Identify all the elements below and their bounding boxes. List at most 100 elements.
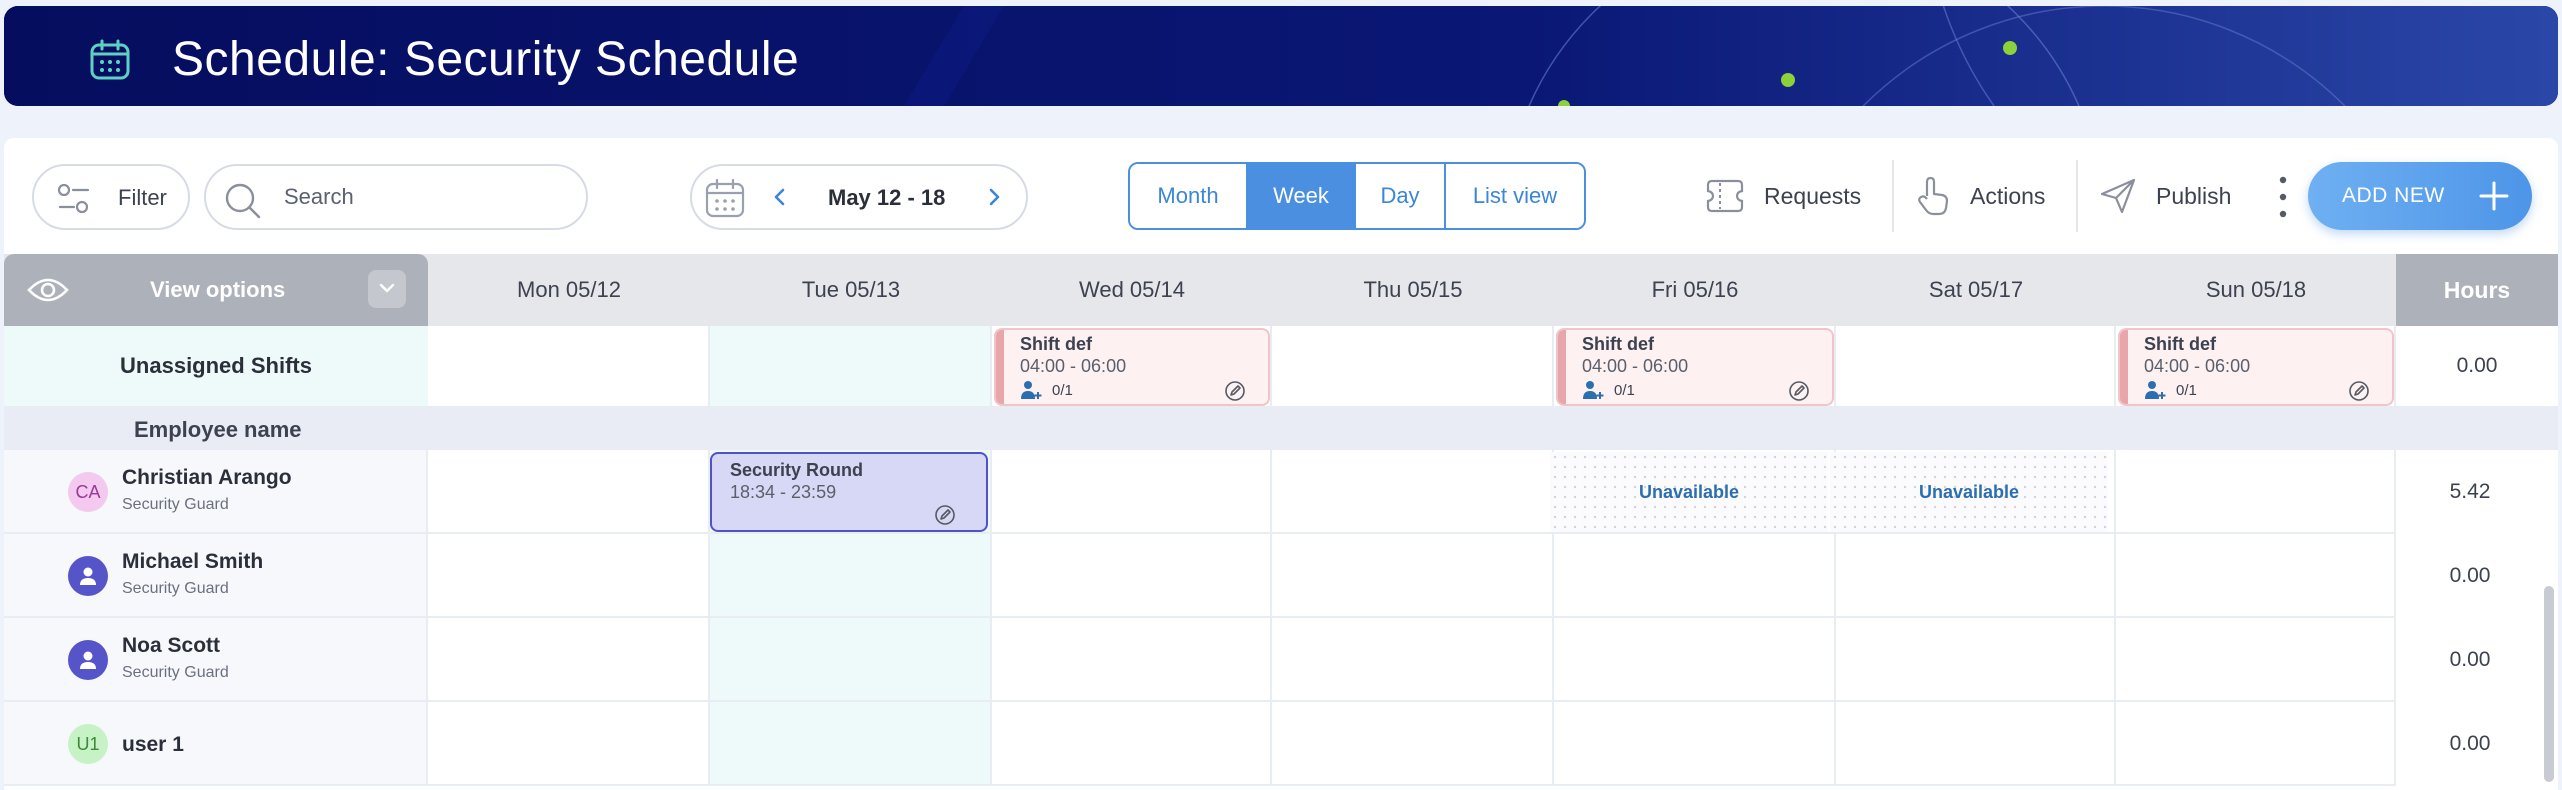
shift-cell-sat[interactable] (1836, 702, 2116, 786)
assign-person-icon (1021, 381, 1042, 399)
shift-cell-sun[interactable] (2116, 450, 2396, 534)
shift-cell-sat[interactable] (1836, 534, 2116, 618)
shift-color-bar (996, 330, 1004, 404)
toolbar: Filter May 12 - 18 (4, 138, 2558, 254)
unassigned-shift-card[interactable]: Shift def 04:00 - 06:00 0/1 (2118, 328, 2394, 406)
unassigned-hours: 0.00 (2396, 326, 2558, 408)
shift-cell-wed[interactable] (992, 702, 1272, 786)
unassigned-shift-card[interactable]: Shift def 04:00 - 06:00 0/1 (994, 328, 1270, 406)
unavailable-block[interactable]: Unavailable (1830, 452, 2108, 532)
shift-cell-tue[interactable] (710, 618, 992, 702)
shift-time: 04:00 - 06:00 (1582, 356, 1689, 376)
shift-time: 04:00 - 06:00 (2144, 356, 2251, 376)
vertical-scrollbar[interactable] (2544, 586, 2554, 782)
shift-cell-sat[interactable] (1836, 618, 2116, 702)
shift-cell-fri[interactable] (1554, 534, 1836, 618)
tab-week[interactable]: Week (1248, 164, 1356, 228)
schedule-panel: Filter May 12 - 18 (4, 138, 2558, 790)
tab-list-view[interactable]: List view (1446, 164, 1584, 228)
page-title: Schedule: Security Schedule (172, 33, 800, 86)
shift-cell-mon[interactable] (428, 702, 710, 786)
shift-cell-thu[interactable] (1272, 702, 1554, 786)
employee-name: user 1 (122, 733, 184, 756)
assign-person-icon (1583, 381, 1604, 399)
employee-row-header[interactable]: Michael Smith Security Guard (4, 534, 428, 618)
shift-cell-thu[interactable] (1272, 450, 1554, 534)
shift-fill-count: 0/1 (1614, 382, 1635, 399)
employee-hours: 0.00 (2449, 732, 2491, 755)
chevron-right-icon[interactable] (980, 182, 1008, 212)
view-options-label: View options (150, 277, 286, 302)
chevron-down-icon (379, 283, 395, 293)
employee-hours: 0.00 (2449, 564, 2491, 587)
employee-role: Security Guard (122, 580, 229, 597)
shift-color-bar (1558, 330, 1566, 404)
actions-button[interactable]: Actions (1914, 162, 2045, 230)
employee-name: Christian Arango (122, 466, 292, 489)
add-new-button[interactable]: ADD NEW (2308, 162, 2532, 230)
filter-label: Filter (118, 185, 167, 210)
more-options-icon[interactable] (2278, 174, 2288, 220)
tab-month[interactable]: Month (1130, 164, 1248, 228)
app-header: Schedule: Security Schedule (4, 6, 2558, 106)
plus-icon (2479, 181, 2509, 211)
security-round-shift[interactable]: Security Round 18:34 - 23:59 (710, 452, 988, 532)
shift-cell-thu[interactable] (1272, 618, 1554, 702)
shift-cell-mon[interactable] (428, 618, 710, 702)
day-header-sun: Sun 05/18 (2205, 277, 2307, 302)
shift-cell-wed[interactable] (992, 450, 1272, 534)
edit-icon[interactable] (1224, 380, 1246, 402)
day-header-tue: Tue 05/13 (801, 277, 901, 302)
day-header-mon: Mon 05/12 (517, 277, 621, 302)
chevron-left-icon[interactable] (766, 182, 794, 212)
unavailable-block[interactable]: Unavailable (1550, 452, 1828, 532)
edit-icon[interactable] (2348, 380, 2370, 402)
employee-row-header[interactable]: U1 user 1 (4, 702, 428, 786)
shift-cell-tue[interactable] (710, 534, 992, 618)
unassigned-cell-tue[interactable] (710, 326, 992, 408)
shift-fill-count: 0/1 (1052, 382, 1073, 399)
publish-button[interactable]: Publish (2098, 162, 2231, 230)
unassigned-shift-card[interactable]: Shift def 04:00 - 06:00 0/1 (1556, 328, 1834, 406)
filter-icon (57, 183, 90, 214)
shift-cell-tue[interactable] (710, 702, 992, 786)
avatar (68, 640, 108, 680)
tab-day[interactable]: Day (1356, 164, 1446, 228)
shift-cell-fri[interactable] (1554, 702, 1836, 786)
view-options-button[interactable]: View options (4, 254, 428, 326)
employee-row-header[interactable]: Noa Scott Security Guard (4, 618, 428, 702)
edit-icon[interactable] (934, 504, 956, 526)
toolbar-divider (2076, 160, 2078, 232)
search-box[interactable] (204, 164, 588, 230)
shift-cell-mon[interactable] (428, 450, 710, 534)
shift-cell-sun[interactable] (2116, 534, 2396, 618)
filter-button[interactable]: Filter (32, 164, 190, 230)
calendar-icon (90, 39, 130, 80)
shift-time: 18:34 - 23:59 (730, 482, 837, 502)
ticket-icon (1706, 179, 1744, 213)
user-icon (80, 651, 96, 669)
shift-cell-fri[interactable] (1554, 618, 1836, 702)
view-tabs: Month Week Day List view (1128, 162, 1586, 230)
shift-cell-thu[interactable] (1272, 534, 1554, 618)
date-range-label: May 12 - 18 (828, 185, 946, 210)
unassigned-cell-mon[interactable] (428, 326, 710, 408)
shift-cell-wed[interactable] (992, 534, 1272, 618)
shift-cell-wed[interactable] (992, 618, 1272, 702)
shift-cell-sun[interactable] (2116, 618, 2396, 702)
date-calendar-icon[interactable] (704, 178, 746, 220)
employee-name: Noa Scott (122, 634, 221, 657)
day-header-wed: Wed 05/14 (1078, 277, 1185, 302)
unassigned-cell-thu[interactable] (1272, 326, 1554, 408)
search-icon (225, 183, 261, 219)
search-input[interactable] (284, 180, 574, 214)
shift-cell-mon[interactable] (428, 534, 710, 618)
shift-cell-sun[interactable] (2116, 702, 2396, 786)
unassigned-cell-sat[interactable] (1836, 326, 2116, 408)
edit-icon[interactable] (1788, 380, 1810, 402)
employee-row-header[interactable]: CA Christian Arango Security Guard (4, 450, 428, 534)
employee-name-header: Employee name (4, 408, 2558, 450)
view-options-dropdown[interactable] (368, 270, 406, 308)
assign-person-icon (2145, 381, 2166, 399)
requests-button[interactable]: Requests (1704, 162, 1861, 230)
